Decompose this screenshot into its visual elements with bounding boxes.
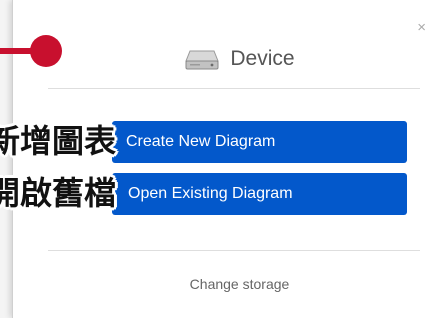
divider-bottom [48,250,420,251]
annotation-pointer-dot [30,35,62,67]
annotation-open-label: 開啟舊檔 [0,174,117,212]
change-storage-link[interactable]: Change storage [43,276,435,292]
divider-top [48,88,420,89]
annotation-create-label: 新增圖表 [0,122,117,160]
storage-location: Device [43,44,435,74]
create-new-diagram-button[interactable]: Create New Diagram [112,121,407,163]
close-icon[interactable]: × [417,20,426,35]
storage-name: Device [230,47,295,70]
open-existing-diagram-button[interactable]: Open Existing Diagram [112,173,407,215]
hard-drive-icon [185,50,220,70]
screenshot-stage: × Device Change storage Create New Diagr… [0,0,435,318]
